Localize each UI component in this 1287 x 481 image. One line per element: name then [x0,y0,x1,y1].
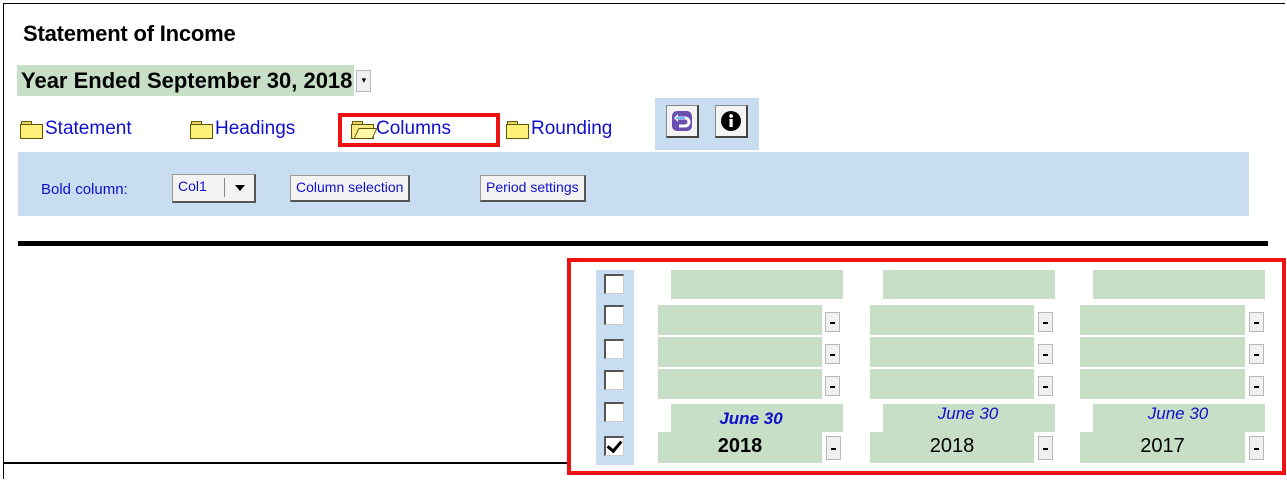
column-baseline [3,462,570,464]
folder-icon [190,120,213,139]
column-selection-button[interactable]: Column selection [290,175,411,202]
chevron-down-icon [235,185,245,191]
header-divider [18,241,1268,246]
tab-rounding[interactable]: Rounding [506,116,612,142]
tab-headings-label: Headings [215,118,296,139]
folder-icon [506,120,529,139]
undo-button[interactable] [666,105,699,138]
undo-arrow-icon [672,111,692,131]
folder-icon [20,120,43,139]
period-settings-button[interactable]: Period settings [480,175,586,202]
bold-column-label: Bold column: [41,181,128,198]
period-selector[interactable]: Year Ended September 30, 2018 ▾ [17,65,372,96]
info-icon [721,111,741,131]
tab-statement-label: Statement [45,118,132,139]
tab-headings[interactable]: Headings [190,116,295,142]
columns-area-highlight [567,258,1286,475]
tool-panel [655,98,759,150]
bold-column-value: Col1 [178,178,207,194]
columns-tab-highlight [338,113,500,147]
tab-bar: Statement Headings Columns Rounding [20,113,760,149]
columns-options-bar: Bold column: Col1 Column selection Perio… [18,152,1249,216]
tab-rounding-label: Rounding [531,118,613,139]
period-dropdown-button[interactable]: ▾ [356,69,372,92]
info-button[interactable] [715,105,748,138]
combo-separator [224,178,225,197]
tab-statement[interactable]: Statement [20,116,132,142]
page-title: Statement of Income [23,21,236,46]
period-label: Year Ended September 30, 2018 [17,65,355,96]
bold-column-select[interactable]: Col1 [172,174,256,203]
